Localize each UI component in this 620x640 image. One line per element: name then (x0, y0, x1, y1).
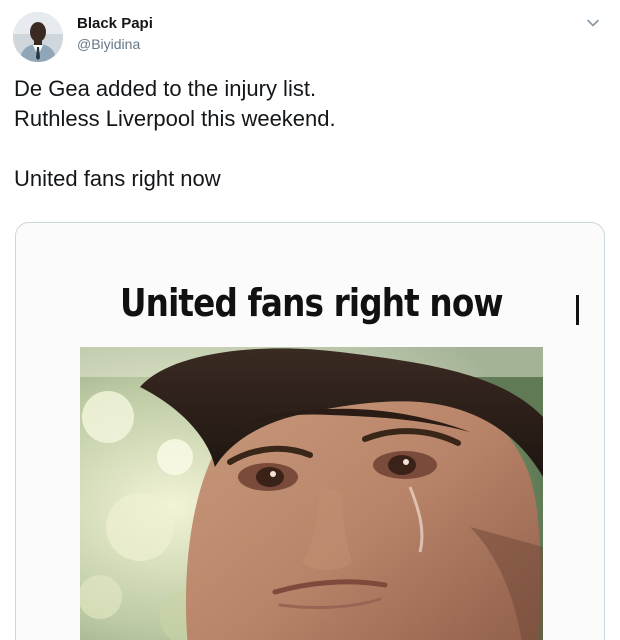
avatar-image (13, 12, 63, 62)
author-display-name[interactable]: Black Papi (77, 14, 153, 34)
crying-face-image (80, 347, 543, 640)
media-card[interactable]: United fans right now (15, 222, 605, 640)
text-cursor (576, 295, 579, 325)
tweet-text: De Gea added to the injury list. Ruthles… (14, 74, 604, 194)
meme-caption: United fans right now (120, 281, 504, 325)
tweet-text-line: United fans right now (14, 166, 221, 191)
tweet-author: Black Papi @Biyidina (77, 14, 153, 53)
avatar[interactable] (13, 12, 63, 62)
tweet-text-line: De Gea added to the injury list. (14, 76, 317, 101)
author-handle[interactable]: @Biyidina (77, 35, 153, 53)
tweet-text-line: Ruthless Liverpool this weekend. (14, 106, 336, 131)
chevron-down-icon[interactable] (584, 14, 602, 32)
meme-image[interactable] (80, 347, 543, 640)
tweet: Black Papi @Biyidina De Gea added to the… (0, 0, 620, 640)
tweet-text-spacer (14, 134, 604, 164)
